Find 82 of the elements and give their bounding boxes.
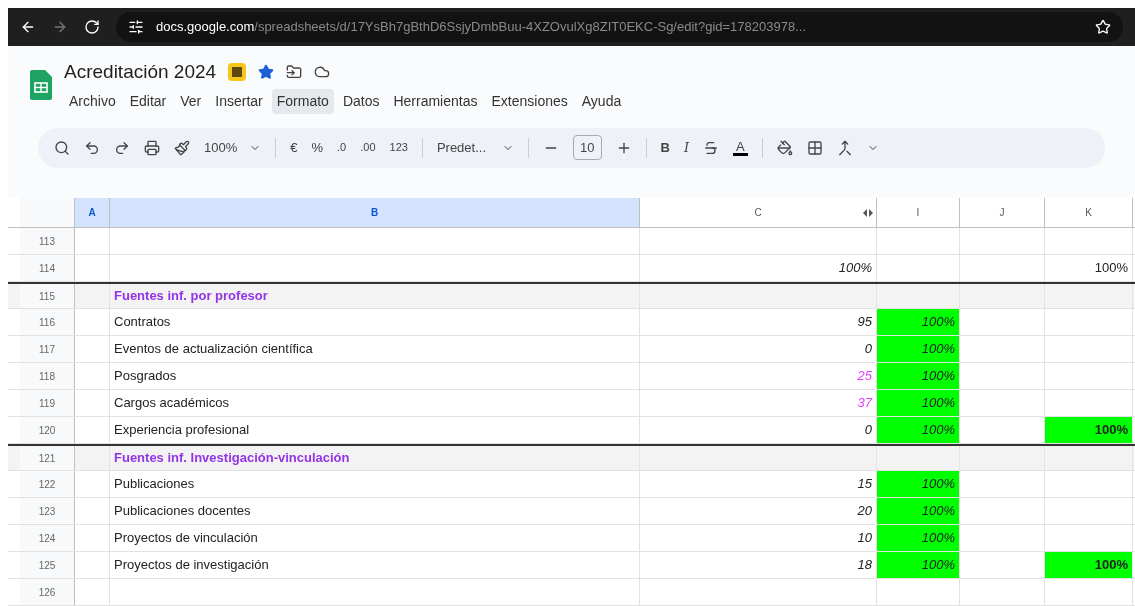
table-cell-text: Experiencia profesional	[114, 421, 250, 440]
borders-icon[interactable]	[806, 139, 823, 156]
menu-item[interactable]: Extensiones	[486, 88, 573, 114]
column-header[interactable]: A	[75, 198, 110, 227]
hidden-columns-icon[interactable]	[862, 208, 874, 217]
print-icon[interactable]	[144, 139, 160, 156]
highlighted-cell: 100%	[877, 336, 960, 362]
star-icon[interactable]	[258, 64, 275, 81]
text-color-button[interactable]: A	[733, 139, 748, 156]
row-number[interactable]: 113	[20, 228, 75, 254]
italic-button[interactable]: I	[683, 137, 690, 158]
highlighted-cell: 100%	[877, 471, 960, 497]
row-number[interactable]: 121	[20, 446, 75, 470]
paint-format-icon[interactable]	[174, 139, 190, 156]
row-number[interactable]: 124	[20, 525, 75, 551]
table-cell-text: Contratos	[114, 313, 171, 332]
highlighted-cell: 100%	[877, 525, 960, 551]
highlighted-cell: 100%	[877, 363, 960, 389]
row-number[interactable]: 118	[20, 363, 75, 389]
address-bar[interactable]: docs.google.com/spreadsheets/d/17YsBh7gBthD6SsjyDmbBuu-4XZOvulXg8ZIT0EKC-Sg/edit?gid=178203978...	[116, 12, 1123, 42]
paint-bucket-icon[interactable]	[776, 139, 793, 156]
increase-decimals-button[interactable]: .00	[360, 139, 376, 156]
font-size-field[interactable]: 10	[573, 134, 602, 161]
menu-item[interactable]: Ayuda	[576, 88, 627, 114]
menu-item[interactable]: Insertar	[210, 88, 268, 114]
forward-icon[interactable]	[52, 19, 68, 35]
highlighted-cell: 100%	[877, 309, 960, 335]
column-header[interactable]: B	[110, 198, 640, 227]
menu-item[interactable]: Ver	[175, 88, 207, 114]
menu-item[interactable]: Archivo	[64, 88, 121, 114]
site-settings-icon[interactable]	[128, 19, 144, 35]
table-cell-text: Publicaciones docentes	[114, 502, 251, 521]
table-cell-text: Proyectos de investigación	[114, 556, 269, 575]
menu-item[interactable]: Datos	[337, 88, 385, 114]
redo-icon[interactable]	[114, 139, 130, 156]
table-cell-text: Eventos de actualización científica	[114, 340, 313, 359]
search-icon[interactable]	[54, 139, 70, 156]
row-number[interactable]: 126	[20, 579, 75, 605]
table-cell: 100%	[1045, 255, 1133, 281]
menu-item[interactable]: Editar	[124, 88, 172, 114]
folder-icon[interactable]	[286, 64, 303, 81]
row-number[interactable]: 120	[20, 417, 75, 443]
menu-item[interactable]: Herramientas	[388, 88, 483, 114]
row-number[interactable]: 122	[20, 471, 75, 497]
reload-icon[interactable]	[84, 19, 100, 35]
percent-button[interactable]: %	[311, 137, 324, 158]
highlighted-cell: 100%	[1045, 552, 1133, 578]
sheet-icon[interactable]	[228, 63, 247, 82]
bold-button[interactable]: B	[660, 137, 670, 158]
row-number[interactable]: 119	[20, 390, 75, 416]
url-text: docs.google.com/spreadsheets/d/17YsBh7gBthD6SsjyDmbBuu-4XZOvulXg8ZIT0EKC-Sg/edit?gid=178203978...	[156, 18, 807, 37]
table-cell-text: Publicaciones	[114, 475, 195, 494]
menu-item[interactable]: Formato	[271, 88, 334, 114]
row-number[interactable]: 116	[20, 309, 75, 335]
number-format-button[interactable]: 123	[389, 139, 408, 156]
row-number[interactable]: 114	[20, 255, 75, 281]
sheets-logo-icon	[30, 70, 52, 100]
merge-icon[interactable]	[836, 139, 853, 156]
highlighted-cell: 100%	[1045, 417, 1133, 443]
highlighted-cell: 100%	[877, 498, 960, 524]
table-cell-text: Cargos académicos	[114, 394, 229, 413]
row-number[interactable]: 117	[20, 336, 75, 362]
section-heading: Fuentes inf. Investigación-vinculación	[114, 449, 350, 468]
highlighted-cell: 100%	[877, 552, 960, 578]
highlighted-cell: 100%	[877, 417, 960, 443]
zoom-select[interactable]: 100%	[204, 137, 262, 158]
bookmark-star-icon[interactable]	[1095, 19, 1111, 35]
decrease-decimals-button[interactable]: .0	[337, 139, 347, 156]
row-number[interactable]: 125	[20, 552, 75, 578]
font-select[interactable]: Predet...	[436, 137, 515, 158]
back-icon[interactable]	[20, 19, 36, 35]
strikethrough-icon[interactable]	[703, 139, 720, 156]
highlighted-cell: 100%	[877, 390, 960, 416]
table-cell: 100%	[640, 255, 877, 281]
table-cell-text: Posgrados	[114, 367, 177, 386]
section-heading: Fuentes inf. por profesor	[114, 287, 268, 306]
currency-button[interactable]: €	[290, 137, 298, 158]
undo-icon[interactable]	[84, 139, 100, 156]
row-number[interactable]: 115	[20, 284, 75, 308]
table-cell-text: Proyectos de vinculación	[114, 529, 258, 548]
document-title[interactable]: Acreditación 2024	[64, 58, 217, 87]
row-number[interactable]: 123	[20, 498, 75, 524]
